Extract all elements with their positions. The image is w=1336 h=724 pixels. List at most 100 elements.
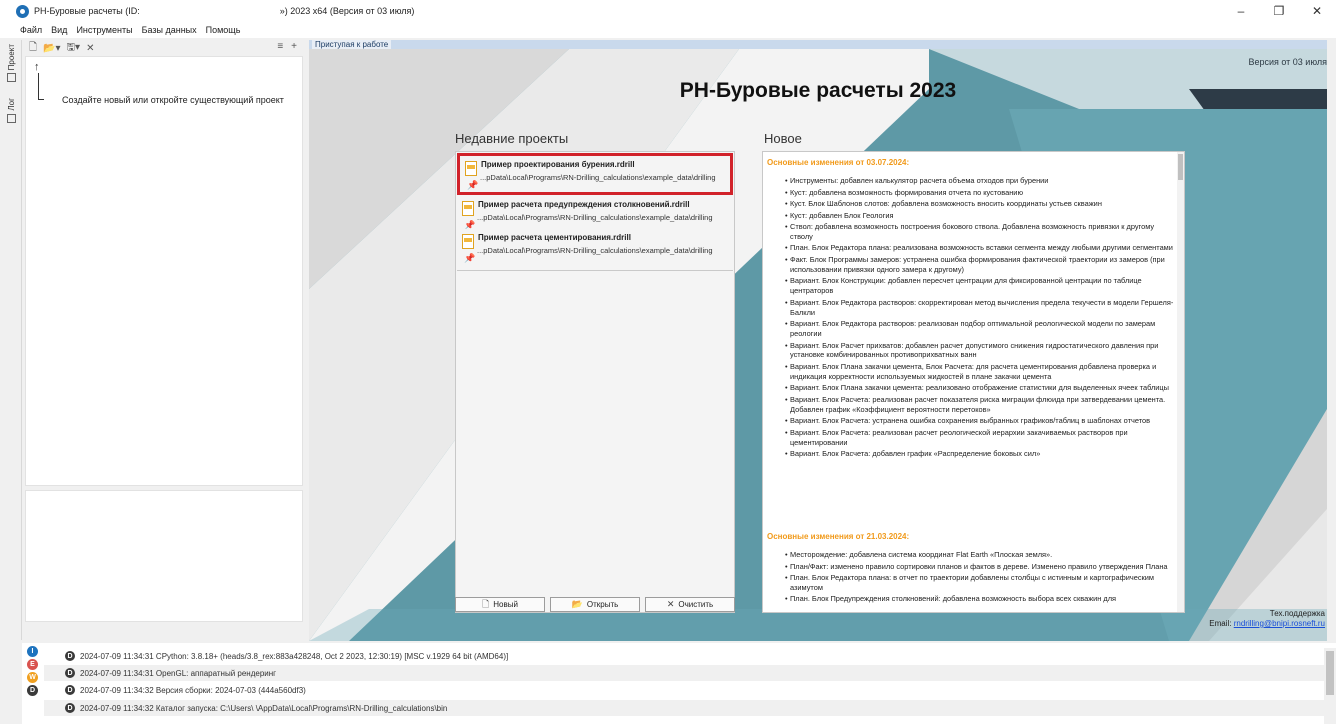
debug-level-icon: D: [65, 703, 75, 713]
document-tab-bar: Приступая к работе: [309, 40, 1327, 49]
log-scrollbar[interactable]: [1324, 648, 1336, 724]
news-heading: Новое: [764, 131, 802, 146]
new-project-label: Новый: [493, 600, 518, 609]
news-item: Вариант. Блок Плана закачки цемента: реа…: [785, 383, 1177, 393]
pin-icon[interactable]: 📌: [464, 253, 475, 264]
news-item: Инструменты: добавлен калькулятор расчет…: [785, 176, 1177, 186]
news-item: Вариант. Блок Редактора растворов: реали…: [785, 319, 1177, 339]
news-item: Куст: добавлена возможность формирования…: [785, 188, 1177, 198]
project-file-icon: [462, 234, 474, 249]
properties-pane: [25, 490, 303, 622]
recent-project-name: Пример проектирования бурения.rdrill: [481, 160, 635, 169]
recent-project-path: ...pData\Local\Programs\RN-Drilling_calc…: [480, 173, 716, 182]
log-row[interactable]: D 2024-07-09 11:34:31 OpenGL: аппаратный…: [44, 665, 1336, 681]
tree-arrow-icon: ↑: [34, 61, 40, 73]
news-item: Куст. Блок Шаблонов слотов: добавлена во…: [785, 199, 1177, 209]
menu-lines-icon[interactable]: ≡: [277, 41, 283, 52]
pin-icon[interactable]: 📌: [467, 180, 478, 191]
warning-filter-icon[interactable]: W: [27, 672, 38, 683]
news-item: Куст: добавлен Блок Геология: [785, 211, 1177, 221]
start-page: Версия от 03 июля РН-Буровые расчеты 202…: [309, 49, 1327, 641]
debug-level-icon: D: [65, 651, 75, 661]
log-text: 2024-07-09 11:34:32 Версия сборки: 2024-…: [80, 685, 306, 695]
support-info: Тех.поддержка Email: rndrilling@bnipi.ro…: [1209, 609, 1325, 629]
recent-project-item[interactable]: 📌 Пример расчета цементирования.rdrill .…: [457, 229, 733, 271]
recent-project-name: Пример расчета предупреждения столкновен…: [478, 200, 690, 209]
clear-recent-button[interactable]: ✕ Очистить: [645, 597, 735, 612]
menu-file[interactable]: Файл: [20, 25, 42, 35]
news-section-heading: Основные изменения от 21.03.2024:: [767, 532, 910, 541]
tab-project[interactable]: Проект: [4, 44, 18, 83]
news-item: Вариант. Блок Плана закачки цемента, Бло…: [785, 362, 1177, 382]
debug-filter-icon[interactable]: D: [27, 685, 38, 696]
close-project-icon[interactable]: ✕: [86, 43, 94, 54]
log-level-filters: I E W D: [27, 646, 39, 696]
log-text: 2024-07-09 11:34:31 CPython: 3.8.18+ (he…: [80, 651, 509, 661]
log-text: 2024-07-09 11:34:31 OpenGL: аппаратный р…: [80, 668, 277, 678]
news-item: План/Факт: изменено правило сортировки п…: [785, 562, 1177, 572]
menu-view[interactable]: Вид: [51, 25, 67, 35]
menu-help[interactable]: Помощь: [206, 25, 241, 35]
open-folder-icon: 📂: [571, 599, 583, 609]
new-file-icon: 🗋: [482, 598, 490, 609]
support-email-label: Email:: [1209, 619, 1232, 628]
app-logo-icon: [16, 4, 29, 18]
news-item: Вариант. Блок Расчета: устранена ошибка …: [785, 416, 1177, 426]
minimize-button[interactable]: –: [1222, 0, 1260, 22]
recent-projects-heading: Недавние проекты: [455, 131, 569, 146]
save-icon[interactable]: 🖫▾: [67, 40, 81, 57]
log-scrollbar-thumb[interactable]: [1326, 651, 1334, 695]
news-item: Ствол: добавлена возможность построения …: [785, 222, 1177, 242]
info-filter-icon[interactable]: I: [27, 646, 38, 657]
error-filter-icon[interactable]: E: [27, 659, 38, 670]
tab-project-label: Проект: [6, 44, 16, 71]
tab-getting-started[interactable]: Приступая к работе: [312, 40, 392, 49]
new-file-icon[interactable]: 🗋: [29, 40, 37, 57]
log-row[interactable]: D 2024-07-09 11:34:32 Каталог запуска: C…: [44, 700, 1336, 716]
menu-databases[interactable]: Базы данных: [142, 25, 197, 35]
add-icon[interactable]: +: [291, 41, 297, 52]
debug-level-icon: D: [65, 668, 75, 678]
log-row[interactable]: D 2024-07-09 11:34:31 CPython: 3.8.18+ (…: [44, 648, 1336, 664]
news-item: Вариант. Блок Расчета: реализован расчет…: [785, 395, 1177, 415]
project-tree[interactable]: ↑ Создайте новый или откройте существующ…: [25, 56, 303, 486]
log-text: 2024-07-09 11:34:32 Каталог запуска: C:\…: [80, 703, 448, 713]
open-folder-icon[interactable]: 📂▾: [43, 43, 60, 54]
tab-log[interactable]: Лог: [4, 98, 18, 123]
side-tab-strip: Проект Лог: [0, 40, 22, 640]
news-item: Вариант. Блок Редактора растворов: скорр…: [785, 298, 1177, 318]
project-toolbar: 🗋 📂▾ 🖫▾ ✕ ≡ +: [23, 40, 303, 56]
recent-project-item[interactable]: 📌 Пример проектирования бурения.rdrill .…: [457, 153, 733, 195]
log-row[interactable]: D 2024-07-09 11:34:32 Версия сборки: 202…: [44, 682, 1336, 698]
clear-recent-label: Очистить: [678, 600, 714, 609]
news-scrollbar[interactable]: [1177, 152, 1184, 612]
news-item: Месторождение: добавлена система координ…: [785, 550, 1177, 560]
project-hint: Создайте новый или откройте существующий…: [62, 95, 284, 105]
news-item: Вариант. Блок Расчет прихватов: добавлен…: [785, 341, 1177, 361]
new-project-button[interactable]: 🗋 Новый: [455, 597, 545, 612]
news-list: Месторождение: добавлена система координ…: [785, 550, 1177, 606]
project-file-icon: [465, 161, 477, 176]
close-button[interactable]: ✕: [1298, 0, 1336, 22]
recent-projects-list: 📌 Пример проектирования бурения.rdrill .…: [455, 151, 735, 613]
tab-log-label: Лог: [6, 98, 16, 111]
support-email-link[interactable]: rndrilling@bnipi.rosneft.ru: [1234, 619, 1325, 628]
project-file-icon: [462, 201, 474, 216]
news-panel[interactable]: Основные изменения от 03.07.2024: Инстру…: [762, 151, 1185, 613]
window-title-suffix: ») 2023 x64 (Версия от 03 июля): [279, 6, 415, 16]
debug-level-icon: D: [65, 685, 75, 695]
news-list: Инструменты: добавлен калькулятор расчет…: [785, 176, 1177, 461]
project-tree-icon: [6, 73, 16, 83]
news-item: План. Блок Редактора плана: реализована …: [785, 243, 1177, 253]
recent-project-name: Пример расчета цементирования.rdrill: [478, 233, 631, 242]
open-project-button[interactable]: 📂 Открыть: [550, 597, 640, 612]
log-list-icon: [6, 113, 16, 123]
news-scrollbar-thumb[interactable]: [1178, 154, 1183, 180]
window-title-prefix: РН-Буровые расчеты (ID:: [34, 6, 140, 16]
menu-bar: Файл Вид Инструменты Базы данных Помощь: [0, 22, 1336, 38]
news-item: Вариант. Блок Конструкции: добавлен пере…: [785, 276, 1177, 296]
news-item: Вариант. Блок Расчета: добавлен график «…: [785, 449, 1177, 459]
menu-tools[interactable]: Инструменты: [76, 25, 132, 35]
maximize-button[interactable]: ❐: [1260, 0, 1298, 22]
clear-icon: ✕: [666, 599, 675, 609]
